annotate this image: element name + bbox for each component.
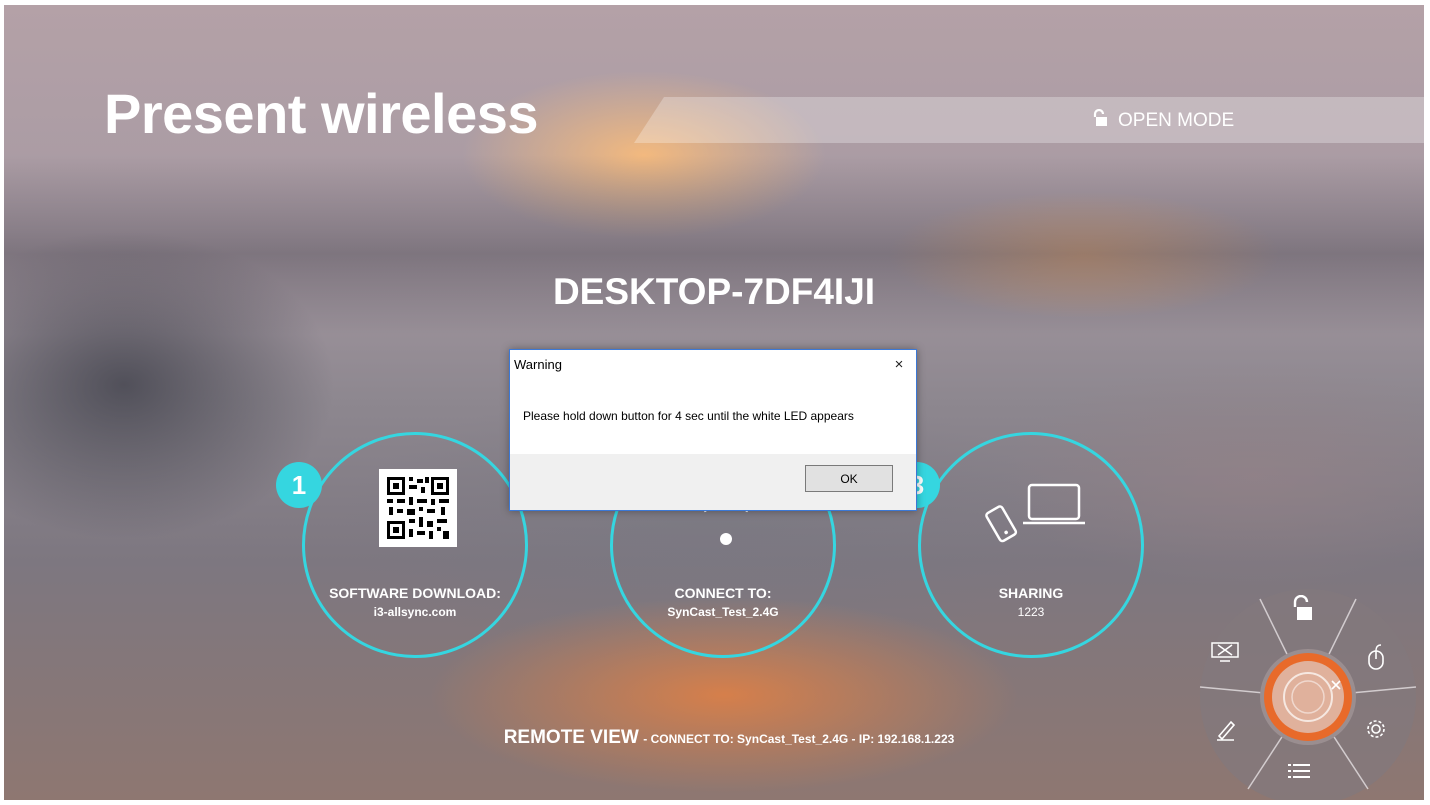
step-title: SHARING bbox=[998, 585, 1064, 601]
open-mode-indicator: OPEN MODE bbox=[1090, 108, 1235, 133]
step-sharing: SHARING 1223 bbox=[918, 432, 1144, 658]
step-subtitle: SynCast_Test_2.4G bbox=[667, 605, 779, 619]
device-name: DESKTOP-7DF4IJI bbox=[552, 271, 876, 312]
pen-icon[interactable] bbox=[1214, 717, 1254, 753]
warning-dialog: Warning × Please hold down button for 4 … bbox=[509, 349, 917, 511]
mode-banner bbox=[634, 97, 1424, 143]
step-title: SOFTWARE DOWNLOAD: bbox=[329, 585, 501, 601]
connect-info: - CONNECT TO: SynCast_Test_2.4G - IP: 19… bbox=[643, 732, 955, 746]
dialog-footer: OK bbox=[510, 454, 916, 510]
settings-icon[interactable] bbox=[1364, 717, 1404, 753]
step-subtitle: i3-allsync.com bbox=[373, 605, 457, 619]
unlock-icon[interactable] bbox=[1288, 595, 1328, 631]
mouse-icon[interactable] bbox=[1364, 643, 1404, 679]
unlock-icon bbox=[1090, 108, 1108, 133]
qr-code-icon bbox=[379, 469, 457, 547]
page-title: Present wireless bbox=[104, 82, 539, 145]
radial-control-menu bbox=[1198, 587, 1418, 800]
remote-view-label: REMOTE VIEW bbox=[503, 727, 639, 748]
ok-button[interactable]: OK bbox=[805, 465, 893, 492]
step-title: CONNECT TO: bbox=[674, 585, 772, 601]
dialog-title: Warning bbox=[514, 357, 562, 372]
step-number-badge: 1 bbox=[276, 462, 322, 508]
devices-icon bbox=[981, 481, 1091, 552]
close-button[interactable]: × bbox=[884, 352, 914, 376]
dialog-message: Please hold down button for 4 sec until … bbox=[523, 409, 854, 423]
step-software-download: SOFTWARE DOWNLOAD: i3-allsync.com bbox=[302, 432, 528, 658]
list-icon[interactable] bbox=[1288, 763, 1328, 799]
step-subtitle: 1223 bbox=[1017, 605, 1045, 619]
open-mode-label: OPEN MODE bbox=[1118, 110, 1235, 131]
screen-share-icon[interactable] bbox=[1210, 641, 1250, 677]
close-icon[interactable] bbox=[1330, 679, 1360, 715]
